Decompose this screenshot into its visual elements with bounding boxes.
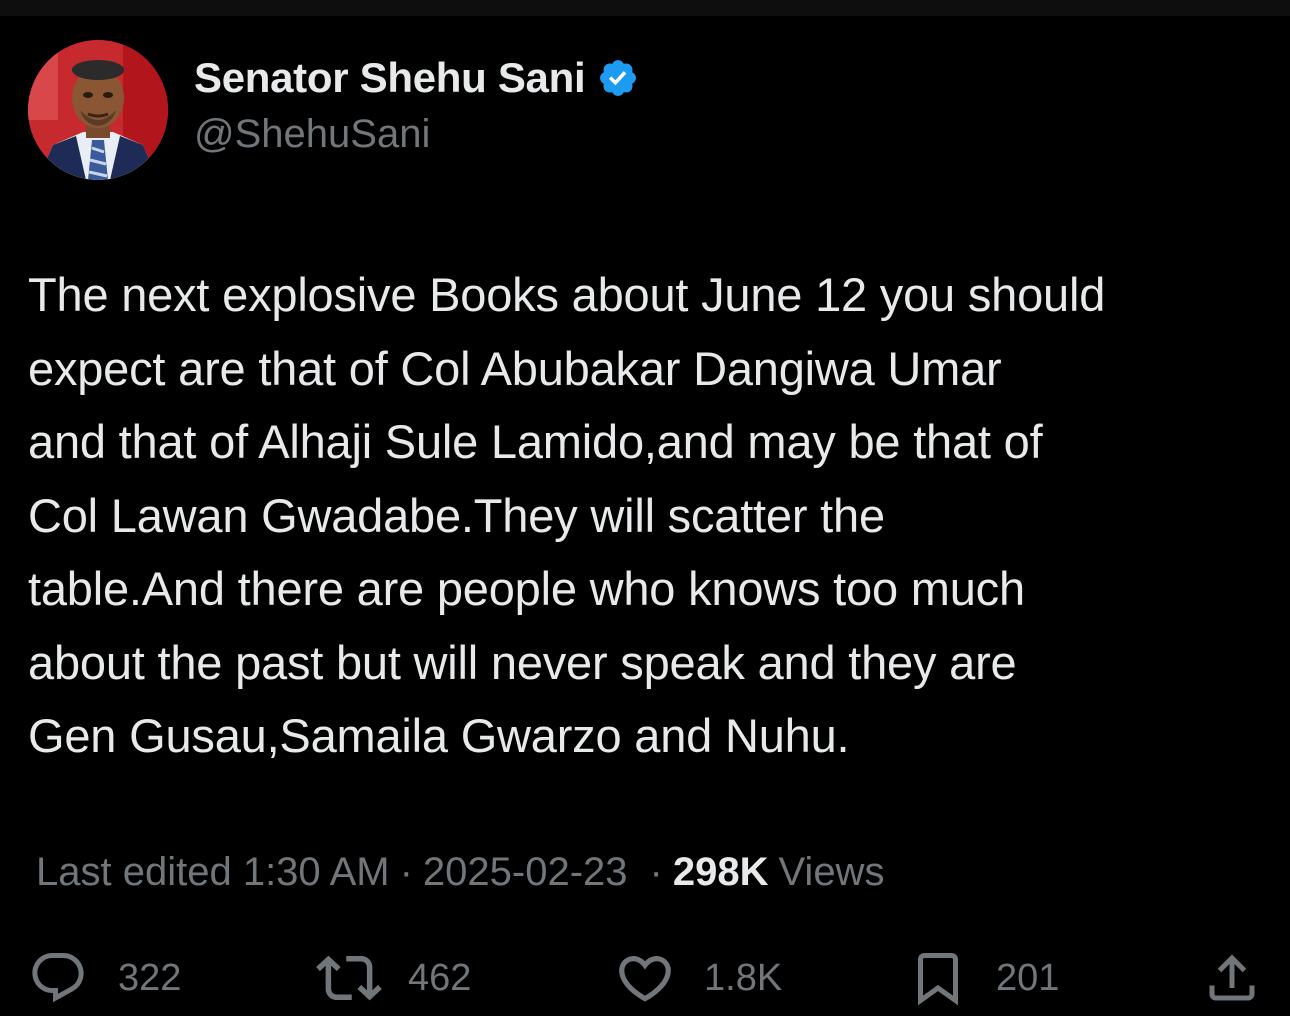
- meta-separator: ·: [399, 850, 413, 894]
- verified-badge-icon[interactable]: [597, 57, 639, 99]
- avatar[interactable]: [28, 40, 168, 180]
- tweet-date[interactable]: 2025-02-23: [423, 850, 628, 895]
- repost-count: 462: [408, 956, 472, 999]
- tweet-text-line: and that of Alhaji Sule Lamido,and may b…: [28, 415, 1043, 468]
- repost-button[interactable]: 462: [316, 945, 471, 1011]
- tweet-page: Senator Shehu Sani @ShehuSani The next e…: [0, 0, 1290, 1016]
- share-icon: [1209, 954, 1255, 1001]
- author-name-row: Senator Shehu Sani: [194, 50, 639, 106]
- tweet-text-line: Gen Gusau,Samaila Gwarzo and Nuhu.: [28, 709, 850, 762]
- tweet-text-line: table.And there are people who knows too…: [28, 562, 1025, 615]
- top-bar: [0, 0, 1290, 16]
- bookmark-count: 201: [996, 956, 1060, 999]
- tweet-text-line: Col Lawan Gwadabe.They will scatter the: [28, 488, 885, 542]
- share-button[interactable]: [1202, 945, 1262, 1011]
- author-display-name[interactable]: Senator Shehu Sani: [194, 54, 586, 102]
- action-bar: 322 462 1.8K 201: [0, 945, 1290, 1011]
- edited-timestamp[interactable]: Last edited 1:30 AM: [36, 850, 390, 895]
- bookmark-icon: [918, 953, 958, 1006]
- repost-icon: [316, 955, 382, 1001]
- reply-count: 322: [118, 956, 182, 999]
- heart-icon: [619, 956, 671, 1002]
- tweet-text-line: expect are that of Col Abubakar Dangiwa …: [28, 341, 1002, 395]
- tweet-text-line: The next explosive Books about June 12 y…: [28, 268, 1106, 321]
- meta-separator: ·: [649, 850, 663, 894]
- views-count[interactable]: 298K: [673, 850, 769, 895]
- tweet-meta: Last edited 1:30 AM · 2025-02-23 · 298K …: [36, 850, 884, 895]
- bookmark-button[interactable]: 201: [908, 945, 1059, 1011]
- author-handle[interactable]: @ShehuSani: [194, 112, 430, 157]
- tweet-text: The next explosive Books about June 12 y…: [28, 258, 1268, 773]
- like-button[interactable]: 1.8K: [614, 945, 782, 1011]
- avatar-photo: [28, 40, 168, 180]
- reply-button[interactable]: 322: [28, 945, 181, 1011]
- like-count: 1.8K: [704, 956, 783, 999]
- reply-icon: [32, 953, 84, 1003]
- tweet-text-line: about the past but will never speak and …: [28, 635, 1017, 689]
- views-label: Views: [778, 850, 885, 894]
